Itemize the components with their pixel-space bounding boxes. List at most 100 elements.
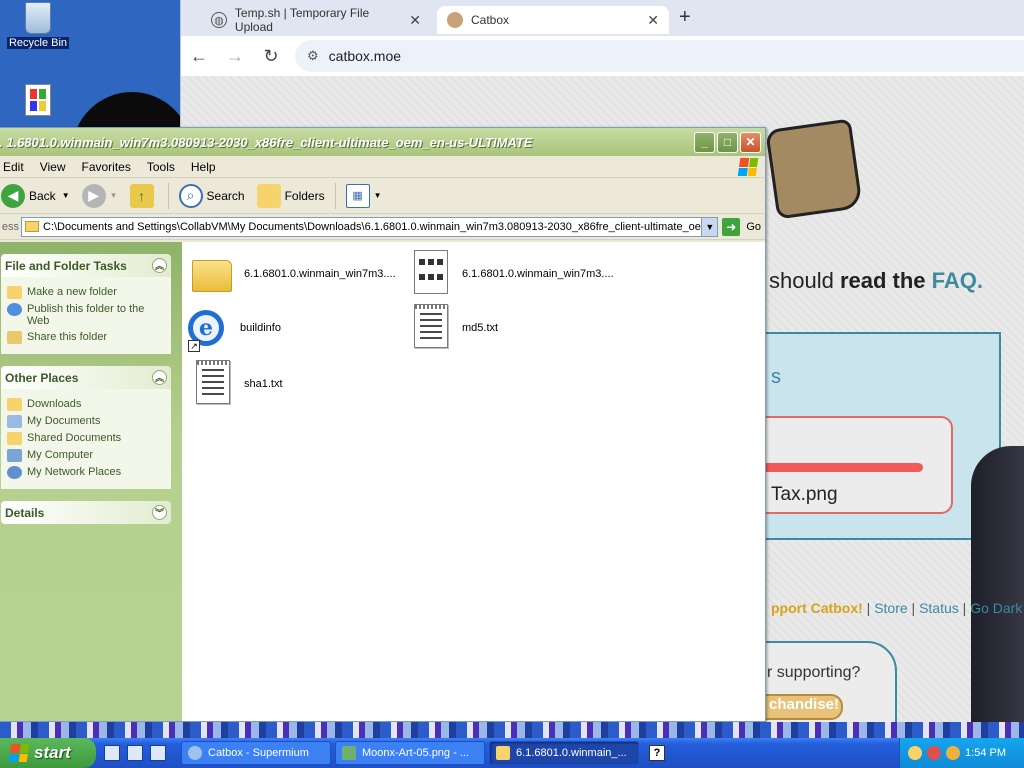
faq-bold: read the — [839, 268, 932, 293]
menu-bar: Edit View Favorites Tools Help — [0, 156, 765, 178]
menu-edit[interactable]: Edit — [0, 160, 32, 174]
place-my-network-places[interactable]: My Network Places — [7, 466, 167, 479]
taskbar-item-explorer[interactable]: 6.1.6801.0.winmain_... — [489, 741, 639, 765]
collapse-chevron-icon[interactable]: ︽ — [152, 258, 167, 273]
menu-help[interactable]: Help — [183, 160, 224, 174]
file-folder-tasks-header[interactable]: File and Folder Tasks ︽ — [1, 254, 171, 277]
group-title: File and Folder Tasks — [5, 258, 127, 273]
file-item-sha1[interactable]: sha1.txt — [192, 360, 412, 408]
task-label: Share this folder — [27, 331, 108, 343]
details-header[interactable]: Details ︾ — [1, 501, 171, 524]
new-tab-icon[interactable]: + — [679, 6, 691, 29]
faq-link[interactable]: FAQ. — [932, 268, 983, 293]
menu-view[interactable]: View — [32, 160, 74, 174]
back-arrow-icon[interactable]: ← — [181, 46, 217, 67]
forward-button[interactable]: ▶ ▼ — [76, 181, 124, 211]
folders-icon — [256, 183, 281, 208]
collapse-chevron-icon[interactable]: ︽ — [152, 370, 167, 385]
address-dropdown-icon[interactable]: ▼ — [701, 217, 718, 236]
place-downloads[interactable]: Downloads — [7, 398, 167, 411]
recycle-bin-desktop-icon[interactable]: Recycle Bin — [2, 2, 74, 49]
status-link[interactable]: Status — [919, 600, 959, 616]
address-label: ess — [1, 220, 19, 233]
search-icon: ⌕ — [178, 183, 203, 208]
file-item-folder[interactable]: 6.1.6801.0.winmain_win7m3.... — [192, 250, 412, 298]
upload-heading-fragment: s — [771, 366, 781, 388]
task-share-folder[interactable]: Share this folder — [7, 331, 167, 344]
windows-flag-icon — [8, 744, 30, 762]
task-make-new-folder[interactable]: Make a new folder — [7, 286, 167, 299]
application-icon — [25, 84, 51, 116]
views-button[interactable]: ▦ ▼ — [340, 181, 388, 211]
address-field[interactable]: C:\Documents and Settings\CollabVM\My Do… — [21, 216, 719, 237]
desktop-app-icon[interactable] — [2, 84, 74, 119]
dropdown-arrow-icon[interactable]: ▼ — [62, 191, 70, 200]
file-name: 6.1.6801.0.winmain_win7m3.... — [244, 268, 396, 280]
go-button[interactable]: ➜ Go — [722, 217, 761, 236]
minimize-button[interactable]: _ — [694, 131, 715, 153]
uploaded-filename: Tax.png — [771, 484, 838, 505]
place-my-computer[interactable]: My Computer — [7, 449, 167, 462]
dropdown-arrow-icon[interactable]: ▼ — [374, 191, 382, 200]
up-folder-button[interactable]: ↑ — [124, 181, 164, 211]
menu-favorites[interactable]: Favorites — [73, 160, 138, 174]
file-item-md5[interactable]: md5.txt — [410, 304, 630, 352]
file-name: buildinfo — [240, 322, 281, 334]
place-label: My Computer — [27, 449, 94, 461]
reload-icon[interactable]: ↻ — [253, 46, 289, 67]
show-desktop-icon[interactable] — [104, 745, 120, 761]
start-label: start — [34, 743, 71, 762]
taskbar-item-catbox[interactable]: Catbox - Supermium — [181, 741, 331, 765]
forward-arrow-icon[interactable]: → — [217, 46, 253, 67]
task-label: Publish this folder to the Web — [27, 303, 145, 327]
dropdown-arrow-icon[interactable]: ▼ — [110, 191, 118, 200]
browser-icon — [188, 746, 202, 760]
explorer-title-bar[interactable]: . 1.6801.0.winmain_win7m3.080913-2030_x8… — [0, 128, 765, 156]
start-button[interactable]: start — [0, 738, 96, 768]
go-label: Go — [746, 220, 761, 233]
place-shared-documents[interactable]: Shared Documents — [7, 432, 167, 445]
folders-button[interactable]: Folders — [251, 181, 331, 211]
footer-links: pport Catbox! | Store | Status | Go Dark — [771, 600, 1022, 616]
site-info-icon[interactable]: ⚙ — [307, 48, 319, 64]
other-places-header[interactable]: Other Places ︽ — [1, 366, 171, 389]
search-label: Search — [206, 188, 245, 203]
application-file-icon — [414, 250, 448, 294]
network-tray-icon[interactable] — [908, 746, 922, 760]
windows-logo-icon — [737, 158, 759, 176]
close-button[interactable]: ✕ — [740, 131, 761, 153]
back-label: Back — [29, 188, 56, 203]
security-tray-icon[interactable] — [927, 746, 941, 760]
go-arrow-icon: ➜ — [722, 217, 741, 236]
tab-temp-sh[interactable]: ◍ Temp.sh | Temporary File Upload ✕ — [201, 6, 431, 34]
go-dark-link[interactable]: Go Dark — [970, 600, 1022, 616]
help-icon[interactable]: ? — [649, 745, 665, 761]
store-link[interactable]: Store — [874, 600, 907, 616]
url-text: catbox.moe — [328, 48, 402, 64]
quick-launch — [96, 745, 181, 761]
support-catbox-link[interactable]: pport Catbox! — [771, 600, 863, 616]
maximize-button[interactable]: □ — [717, 131, 738, 153]
search-button[interactable]: ⌕ Search — [173, 181, 251, 211]
globe-icon: ◍ — [211, 12, 227, 28]
other-places: Other Places ︽ Downloads My Documents Sh… — [1, 366, 171, 489]
back-button[interactable]: ◀ Back ▼ — [0, 181, 76, 211]
expand-chevron-icon[interactable]: ︾ — [152, 505, 167, 520]
toolbar-separator — [334, 182, 336, 209]
volume-tray-icon[interactable] — [946, 746, 960, 760]
quick-launch-window-icon[interactable] — [150, 745, 166, 761]
menu-tools[interactable]: Tools — [139, 160, 183, 174]
close-tab-icon[interactable]: ✕ — [409, 12, 421, 29]
tab-catbox[interactable]: Catbox ✕ — [437, 6, 669, 34]
taskbar-item-moonx-art[interactable]: Moonx-Art-05.png - ... — [335, 741, 485, 765]
task-publish-folder[interactable]: Publish this folder to the Web — [7, 303, 167, 327]
file-item-buildinfo[interactable]: e ↗ buildinfo — [188, 304, 408, 352]
folder-icon — [192, 260, 232, 292]
catbox-favicon — [447, 12, 463, 28]
file-item-app[interactable]: 6.1.6801.0.winmain_win7m3.... — [410, 250, 630, 298]
place-my-documents[interactable]: My Documents — [7, 415, 167, 428]
my-computer-icon — [7, 449, 22, 462]
quick-launch-window-icon[interactable] — [127, 745, 143, 761]
address-bar[interactable]: ⚙ catbox.moe — [295, 40, 1024, 72]
close-tab-icon[interactable]: ✕ — [647, 12, 659, 29]
